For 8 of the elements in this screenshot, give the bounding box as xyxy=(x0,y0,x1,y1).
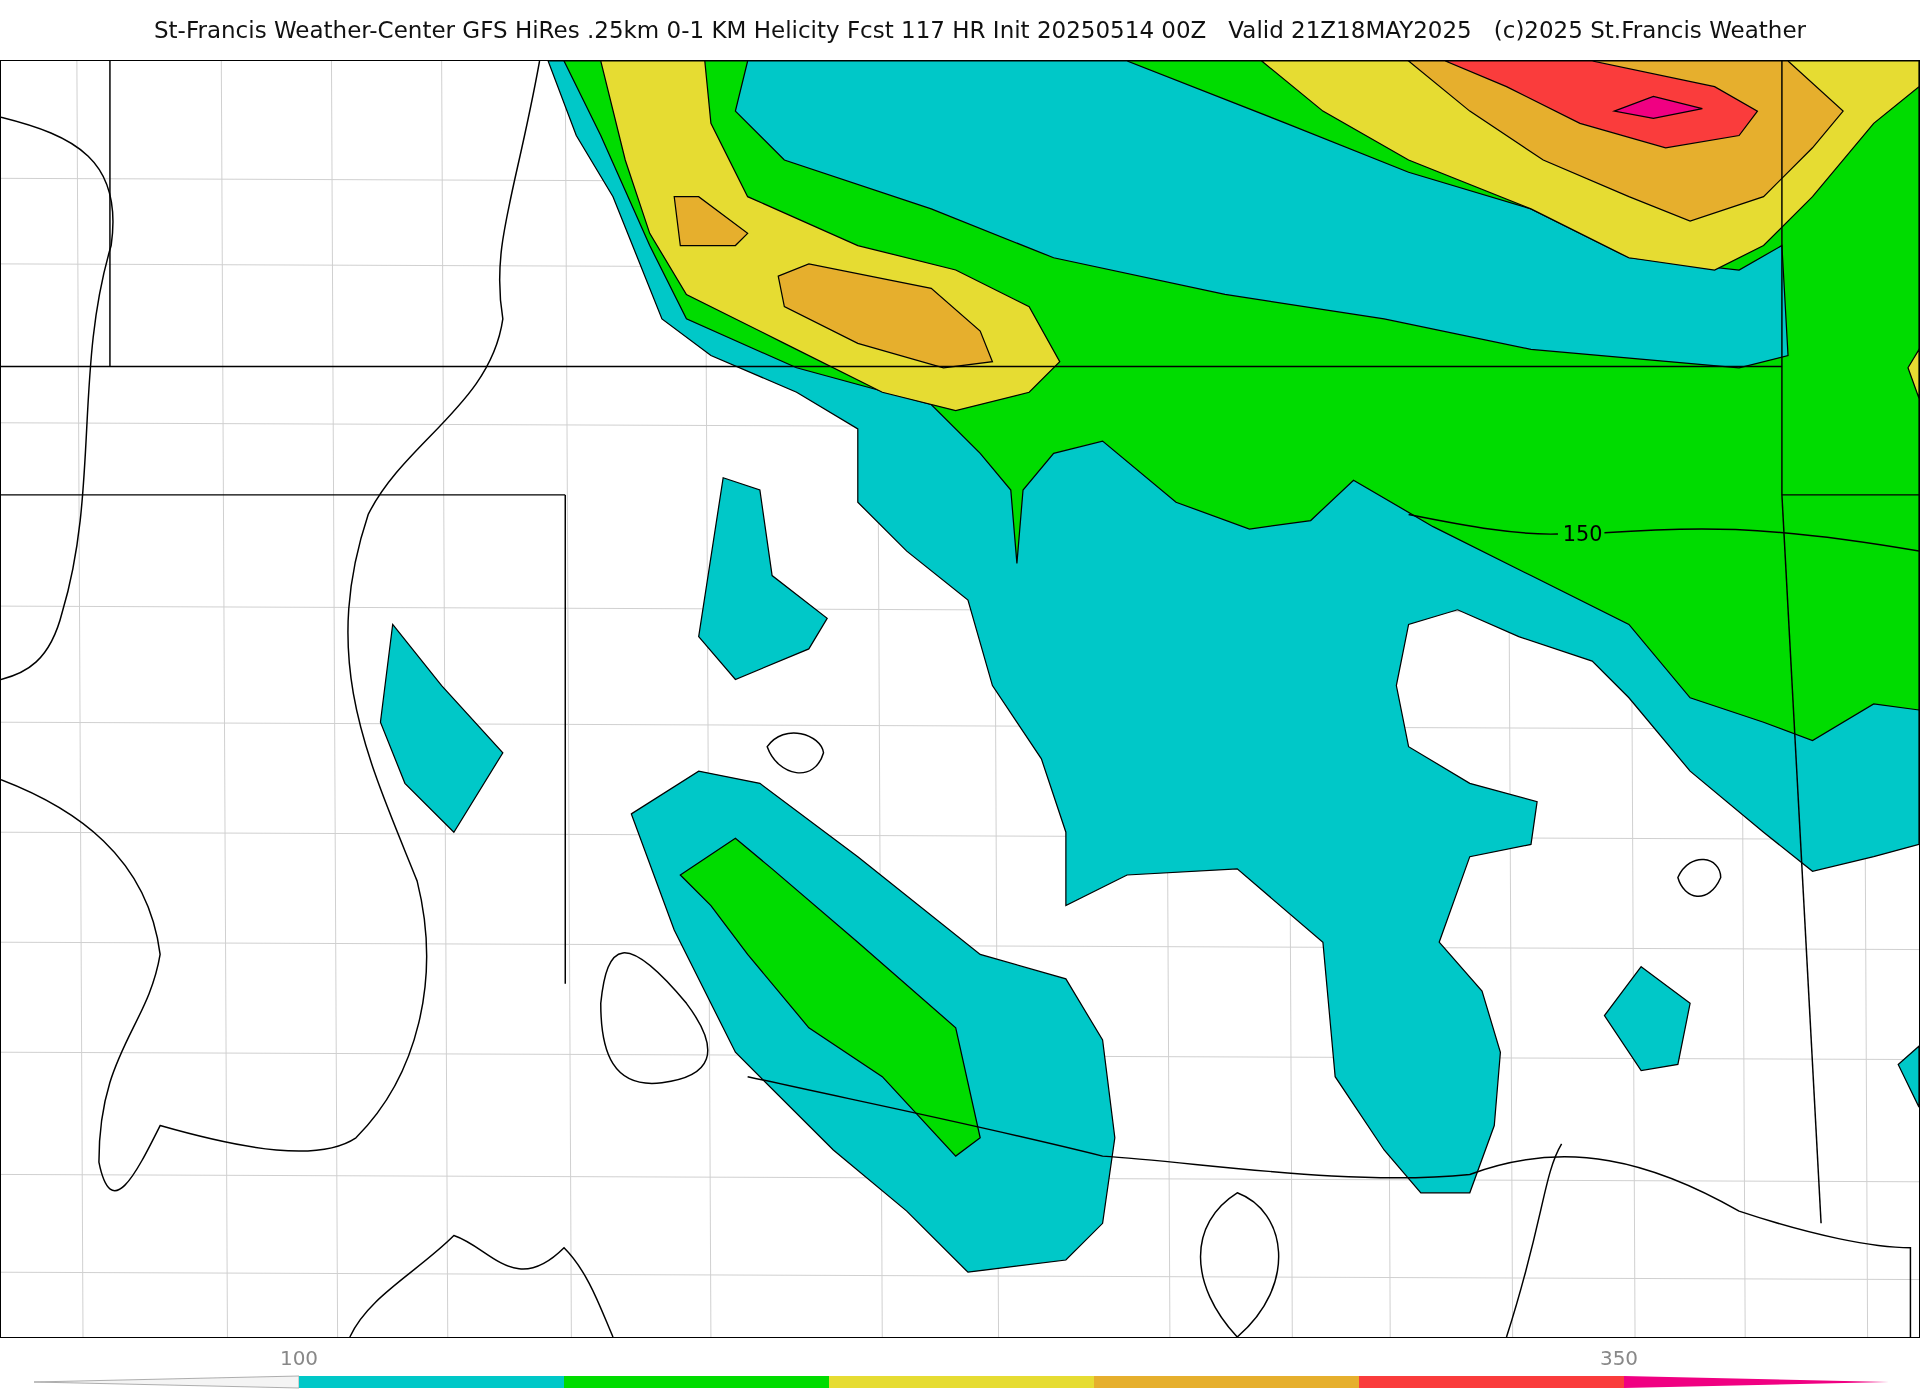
map-title: (c)2025 St.Francis Weather xyxy=(1493,17,1806,43)
contour-line xyxy=(1677,858,1722,897)
contour-line xyxy=(766,732,825,774)
contour-label: 150 xyxy=(1562,522,1603,547)
colorbar-tick-label: 100 xyxy=(279,1346,319,1370)
map-title: Valid 21Z18MAY2025 xyxy=(1228,17,1472,43)
colorbar-tick-label: 350 xyxy=(1599,1346,1639,1370)
map-title: St-Francis Weather-Center GFS HiRes .25km 0-1 KM Helicity Fcst 117 HR Init 20250514 00Z xyxy=(154,17,1207,43)
